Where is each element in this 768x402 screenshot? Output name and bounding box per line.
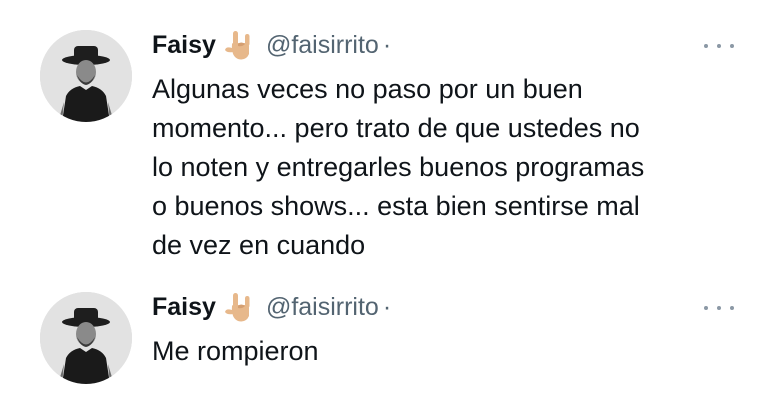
more-dot (704, 306, 708, 310)
tweet-header: Faisy @faisirrito · (152, 28, 391, 62)
tweet-text: Me rompieron (152, 336, 319, 366)
avatar[interactable] (40, 30, 132, 122)
more-dot (730, 306, 734, 310)
tweet[interactable]: Faisy @faisirrito · Algunas veces no pas… (0, 0, 768, 282)
author-handle[interactable]: @faisirrito (266, 293, 379, 322)
more-options-icon[interactable] (704, 298, 734, 318)
separator-dot: · (382, 30, 392, 59)
author-handle[interactable]: @faisirrito (266, 31, 379, 60)
separator-dot: · (382, 292, 392, 321)
more-options-icon[interactable] (704, 36, 734, 56)
more-dot (717, 44, 721, 48)
author-name[interactable]: Faisy (152, 293, 216, 322)
more-dot (704, 44, 708, 48)
sign-of-the-horns-icon (222, 28, 256, 62)
more-dot (730, 44, 734, 48)
avatar-photo (40, 30, 132, 122)
tweet-text: Algunas veces no paso por un buen moment… (152, 74, 645, 260)
tweet-header: Faisy @faisirrito · (152, 290, 391, 324)
tweet[interactable]: Faisy @faisirrito · Me rompieron (0, 282, 768, 402)
avatar[interactable] (40, 292, 132, 384)
avatar-photo (40, 292, 132, 384)
more-dot (717, 306, 721, 310)
author-name[interactable]: Faisy (152, 31, 216, 60)
sign-of-the-horns-icon (222, 290, 256, 324)
